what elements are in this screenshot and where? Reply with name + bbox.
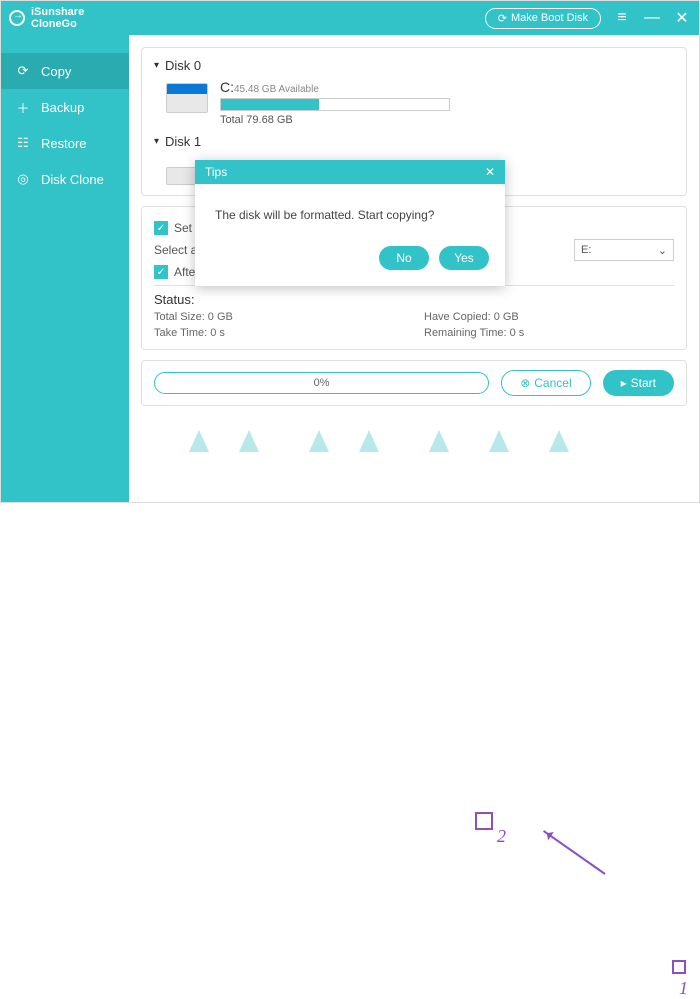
drive-available: 45.48 GB Available — [234, 84, 319, 95]
status-title: Status: — [154, 292, 674, 307]
backup-icon: ＋ — [15, 99, 31, 115]
app-logo: iSunshare CloneGo — [9, 6, 84, 30]
sidebar-item-disk-clone[interactable]: ◎ Disk Clone — [1, 161, 129, 197]
boot-icon: ⟳ — [498, 12, 507, 25]
minimize-icon[interactable]: — — [643, 9, 661, 27]
disk-clone-icon: ◎ — [15, 171, 31, 187]
drive-total: Total 79.68 GB — [220, 114, 450, 126]
disk-0-partition[interactable]: C:45.48 GB Available Total 79.68 GB — [166, 79, 674, 126]
chevron-down-icon: ⌄ — [658, 244, 667, 257]
play-icon: ▸ — [621, 376, 627, 390]
sidebar-label: Restore — [41, 136, 87, 151]
dialog-yes-button[interactable]: Yes — [439, 246, 489, 270]
menu-icon[interactable]: ≡ — [613, 9, 631, 27]
chevron-down-icon: ▾ — [154, 60, 159, 71]
disk-0-header[interactable]: ▾ Disk 0 — [154, 58, 674, 73]
progress-bar: 0% — [154, 372, 489, 394]
restore-icon: ☷ — [15, 135, 31, 151]
start-button[interactable]: ▸ Start — [603, 370, 674, 396]
sidebar-item-copy[interactable]: ⟳ Copy — [1, 53, 129, 89]
dialog-no-button[interactable]: No — [379, 246, 429, 270]
app-name-1: iSunshare — [31, 6, 84, 18]
footer-bar: 0% ⊗ Cancel ▸ Start — [141, 360, 687, 406]
app-name-2: CloneGo — [31, 18, 84, 30]
sidebar: ⟳ Copy ＋ Backup ☷ Restore ◎ Disk Clone — [1, 35, 129, 502]
drive-letter: C: — [220, 79, 234, 95]
cancel-icon: ⊗ — [520, 376, 530, 390]
dialog-title: Tips — [205, 165, 227, 179]
decorative-scenery — [129, 412, 699, 452]
status-take-time: Take Time: 0 s — [154, 327, 404, 339]
boot-label: Make Boot Disk — [511, 12, 588, 24]
make-boot-disk-button[interactable]: ⟳ Make Boot Disk — [485, 8, 601, 29]
confirm-dialog: Tips ✕ The disk will be formatted. Start… — [195, 160, 505, 286]
sidebar-label: Disk Clone — [41, 172, 104, 187]
sidebar-label: Copy — [41, 64, 71, 79]
sidebar-item-restore[interactable]: ☷ Restore — [1, 125, 129, 161]
disk-1-header[interactable]: ▾ Disk 1 — [154, 134, 674, 149]
titlebar: iSunshare CloneGo ⟳ Make Boot Disk ≡ — ✕ — [1, 1, 699, 35]
dialog-message: The disk will be formatted. Start copyin… — [195, 184, 505, 238]
set-target-checkbox[interactable]: ✓ — [154, 221, 168, 235]
logo-icon — [9, 10, 25, 26]
dialog-titlebar: Tips ✕ — [195, 160, 505, 184]
capacity-bar — [220, 98, 450, 111]
capacity-fill — [221, 99, 319, 110]
cancel-button[interactable]: ⊗ Cancel — [501, 370, 590, 396]
chevron-down-icon: ▾ — [154, 136, 159, 147]
partition-select[interactable]: E: ⌄ — [574, 239, 674, 261]
sidebar-item-backup[interactable]: ＋ Backup — [1, 89, 129, 125]
dialog-close-icon[interactable]: ✕ — [485, 165, 495, 179]
after-checkbox[interactable]: ✓ — [154, 265, 168, 279]
copy-icon: ⟳ — [15, 63, 31, 79]
sidebar-label: Backup — [41, 100, 84, 115]
select-label: Select a — [154, 243, 197, 257]
close-icon[interactable]: ✕ — [673, 8, 691, 28]
windows-drive-icon — [166, 83, 208, 113]
status-have-copied: Have Copied: 0 GB — [424, 311, 674, 323]
status-total-size: Total Size: 0 GB — [154, 311, 404, 323]
status-remaining: Remaining Time: 0 s — [424, 327, 674, 339]
